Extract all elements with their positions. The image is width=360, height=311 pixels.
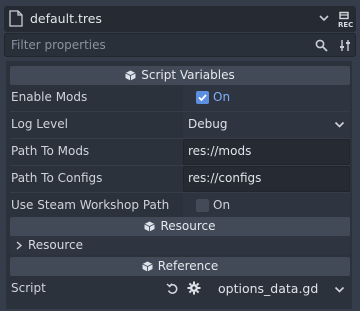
script-value[interactable]: options_data.gd [218, 281, 318, 296]
property-label: Enable Mods [11, 90, 88, 104]
cube-icon [125, 70, 136, 81]
path-to-configs-input[interactable]: res://configs [183, 166, 350, 192]
property-path-to-configs: Path To Configs res://configs [10, 166, 350, 192]
svg-text:REC: REC [338, 21, 353, 29]
log-level-dropdown[interactable]: Debug [183, 112, 350, 138]
chevron-down-icon[interactable] [334, 284, 345, 295]
filter-placeholder: Filter properties [11, 38, 106, 52]
property-label: Use Steam Workshop Path [11, 198, 170, 212]
property-label: Log Level [11, 117, 68, 131]
enable-mods-checkbox[interactable]: On [183, 85, 350, 111]
search-icon [315, 39, 328, 52]
property-label: Path To Mods [11, 144, 90, 158]
resource-file-icon [9, 10, 23, 27]
checkbox-unchecked-icon [196, 199, 209, 212]
input-value: res://mods [188, 144, 252, 158]
checkbox-label: On [213, 198, 231, 212]
section-reference[interactable]: Reference [10, 257, 350, 276]
filter-properties-input[interactable]: Filter properties [4, 33, 356, 57]
gear-icon [187, 281, 201, 295]
dropdown-value: Debug [188, 117, 228, 131]
inspector-header: default.tres REC [4, 6, 356, 32]
section-resource[interactable]: Resource [10, 217, 350, 236]
property-script: Script options_data.gd [10, 277, 350, 301]
checkbox-checked-icon [196, 91, 209, 104]
object-properties-icon[interactable]: REC [337, 11, 355, 29]
property-path-to-mods: Path To Mods res://mods [10, 139, 350, 165]
cube-icon [142, 261, 153, 272]
section-title: Script Variables [141, 68, 235, 82]
property-use-steam-workshop-path: Use Steam Workshop Path On [10, 193, 350, 219]
chevron-down-icon [334, 121, 345, 128]
path-to-mods-input[interactable]: res://mods [183, 139, 350, 165]
resource-title[interactable]: default.tres [30, 11, 102, 26]
section-title: Reference [157, 259, 219, 273]
cube-icon [144, 221, 156, 232]
chevron-down-icon[interactable] [318, 12, 330, 24]
group-label: Resource [28, 238, 84, 252]
tune-icon[interactable] [339, 39, 352, 52]
input-value: res://configs [188, 171, 262, 185]
section-title: Resource [160, 219, 216, 233]
property-label: Script [11, 281, 46, 295]
revert-icon[interactable] [166, 282, 179, 295]
property-label: Path To Configs [11, 171, 103, 185]
resource-group-toggle[interactable]: Resource [10, 236, 350, 255]
use-steam-workshop-path-checkbox[interactable]: On [183, 193, 350, 219]
property-enable-mods: Enable Mods On [10, 85, 350, 111]
chevron-right-icon [16, 241, 23, 250]
checkbox-label: On [213, 90, 231, 104]
section-script-variables[interactable]: Script Variables [10, 66, 350, 85]
property-log-level: Log Level Debug [10, 112, 350, 138]
